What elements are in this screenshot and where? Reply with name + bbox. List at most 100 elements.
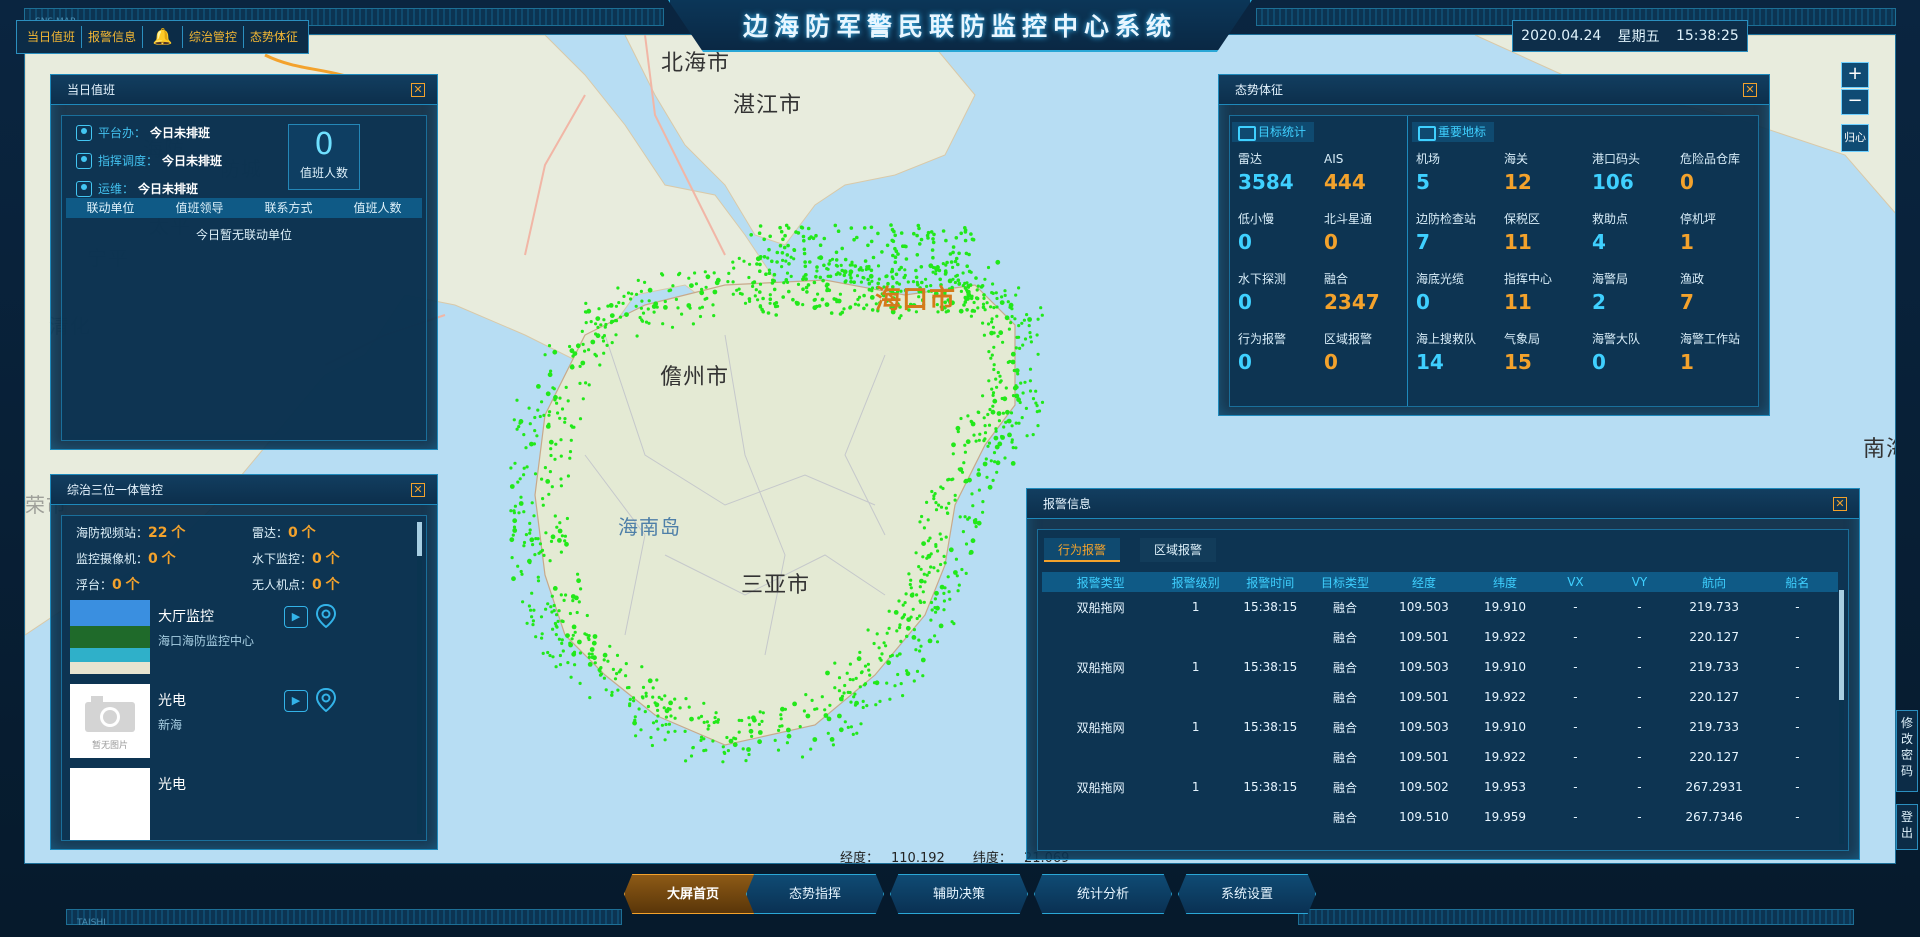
target-dot[interactable]	[547, 422, 551, 426]
target-dot[interactable]	[1010, 424, 1014, 428]
target-dot[interactable]	[926, 518, 930, 522]
target-dot[interactable]	[866, 662, 871, 666]
target-dot[interactable]	[668, 707, 672, 711]
target-dot[interactable]	[617, 670, 621, 674]
target-dot[interactable]	[784, 259, 788, 263]
target-dot[interactable]	[663, 299, 667, 304]
target-dot[interactable]	[564, 385, 568, 389]
target-dot[interactable]	[1001, 340, 1005, 344]
target-dot[interactable]	[656, 714, 660, 718]
target-dot[interactable]	[592, 634, 598, 639]
target-dot[interactable]	[652, 310, 656, 314]
target-dot[interactable]	[888, 697, 892, 701]
target-dot[interactable]	[849, 700, 853, 704]
target-dot[interactable]	[849, 280, 853, 284]
target-dot[interactable]	[869, 225, 874, 230]
target-dot[interactable]	[954, 256, 959, 261]
target-dot[interactable]	[898, 626, 902, 630]
target-dot[interactable]	[817, 304, 822, 308]
target-dot[interactable]	[602, 334, 607, 338]
target-dot[interactable]	[885, 681, 889, 685]
target-dot[interactable]	[518, 501, 524, 506]
target-dot[interactable]	[687, 276, 691, 280]
target-dot[interactable]	[945, 260, 949, 265]
camera-item[interactable]: 大厅监控 海口海防监控中心 ▶	[70, 600, 336, 674]
target-dot[interactable]	[934, 590, 939, 596]
target-dot[interactable]	[683, 729, 687, 734]
target-dot[interactable]	[869, 239, 874, 244]
target-dot[interactable]	[843, 683, 847, 688]
target-dot[interactable]	[957, 583, 961, 587]
target-dot[interactable]	[702, 720, 706, 725]
target-dot[interactable]	[590, 652, 594, 656]
target-dot[interactable]	[783, 707, 788, 711]
target-dot[interactable]	[540, 548, 545, 553]
target-dot[interactable]	[529, 608, 533, 612]
target-dot[interactable]	[947, 590, 951, 594]
target-dot[interactable]	[987, 423, 992, 427]
target-dot[interactable]	[994, 377, 998, 381]
target-dot[interactable]	[943, 272, 948, 276]
target-dot[interactable]	[977, 488, 982, 492]
target-dot[interactable]	[1027, 324, 1031, 328]
target-dot[interactable]	[602, 658, 606, 662]
target-dot[interactable]	[521, 600, 525, 604]
target-dot[interactable]	[546, 650, 550, 655]
target-dot[interactable]	[580, 360, 586, 366]
target-dot[interactable]	[786, 243, 790, 248]
target-dot[interactable]	[1031, 433, 1035, 437]
target-dot[interactable]	[937, 503, 941, 507]
target-dot[interactable]	[896, 672, 900, 677]
target-dot[interactable]	[768, 234, 772, 239]
nav-decision[interactable]: 辅助决策	[890, 874, 1028, 914]
target-dot[interactable]	[915, 253, 920, 257]
target-dot[interactable]	[643, 280, 647, 284]
alarm-table-row[interactable]: 融合 109.501 19.922 - - 220.127 -	[1042, 742, 1838, 772]
target-dot[interactable]	[868, 673, 872, 677]
target-dot[interactable]	[861, 705, 865, 710]
target-dot[interactable]	[534, 635, 538, 639]
target-dot[interactable]	[553, 398, 557, 402]
target-dot[interactable]	[992, 345, 996, 349]
target-dot[interactable]	[781, 295, 785, 299]
target-dot[interactable]	[1005, 409, 1010, 415]
target-dot[interactable]	[906, 617, 912, 622]
target-dot[interactable]	[684, 759, 688, 763]
target-dot[interactable]	[569, 364, 575, 370]
target-dot[interactable]	[998, 330, 1004, 336]
target-dot[interactable]	[983, 277, 987, 281]
target-dot[interactable]	[919, 237, 924, 242]
target-dot[interactable]	[757, 739, 762, 745]
target-dot[interactable]	[559, 454, 563, 458]
target-dot[interactable]	[584, 321, 588, 325]
target-dot[interactable]	[1025, 434, 1029, 438]
target-dot[interactable]	[808, 260, 812, 264]
target-dot[interactable]	[870, 279, 874, 283]
target-dot[interactable]	[971, 237, 976, 242]
target-dot[interactable]	[942, 554, 946, 559]
target-dot[interactable]	[987, 379, 991, 383]
target-dot[interactable]	[963, 300, 968, 304]
target-dot[interactable]	[1023, 337, 1028, 341]
target-dot[interactable]	[557, 637, 562, 641]
target-dot[interactable]	[565, 516, 570, 521]
target-dot[interactable]	[1014, 293, 1018, 297]
target-dot[interactable]	[801, 277, 805, 282]
target-dot[interactable]	[912, 679, 916, 683]
target-dot[interactable]	[616, 286, 620, 290]
target-dot[interactable]	[758, 282, 763, 286]
target-dot[interactable]	[918, 242, 922, 246]
target-dot[interactable]	[1035, 410, 1039, 414]
target-dot[interactable]	[989, 330, 994, 336]
target-dot[interactable]	[758, 224, 763, 228]
target-dot[interactable]	[984, 457, 988, 461]
target-dot[interactable]	[798, 725, 802, 729]
target-dot[interactable]	[951, 477, 955, 481]
target-dot[interactable]	[954, 274, 958, 278]
target-dot[interactable]	[843, 280, 848, 284]
target-dot[interactable]	[991, 393, 995, 397]
target-dot[interactable]	[852, 237, 856, 242]
target-dot[interactable]	[828, 274, 833, 279]
target-dot[interactable]	[834, 272, 839, 277]
target-dot[interactable]	[991, 478, 995, 482]
